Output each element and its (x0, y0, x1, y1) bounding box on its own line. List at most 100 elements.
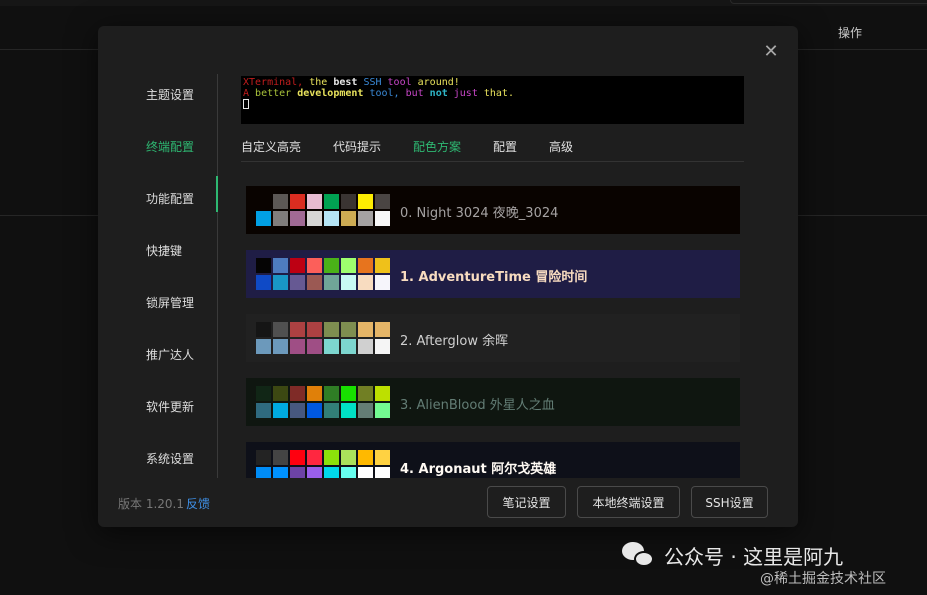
settings-tab[interactable]: 代码提示 (333, 138, 381, 155)
color-scheme-list[interactable]: 0. Night 3024 夜晚_3024 1. AdventureTime 冒险… (246, 186, 740, 478)
color-swatch (358, 339, 373, 354)
color-swatch (290, 467, 305, 478)
color-swatch (375, 450, 390, 465)
color-swatch (273, 275, 288, 290)
sidebar-item[interactable]: 软件更新 (98, 386, 218, 426)
color-swatch (256, 467, 271, 478)
terminal-preview: XTerminal, the best SSH tool around! A b… (241, 76, 744, 124)
color-swatch (324, 450, 339, 465)
color-swatch (341, 450, 356, 465)
color-swatch (375, 339, 390, 354)
color-swatch (290, 258, 305, 273)
color-palette (256, 322, 392, 354)
terminal-word: the (309, 77, 334, 88)
color-swatch (273, 467, 288, 478)
color-swatch (273, 211, 288, 226)
color-swatch (358, 467, 373, 478)
color-scheme-name: 1. AdventureTime 冒险时间 (400, 270, 588, 285)
color-swatch (256, 450, 271, 465)
color-swatch (324, 339, 339, 354)
local-terminal-settings-button[interactable]: 本地终端设置 (577, 486, 680, 518)
color-palette (256, 194, 392, 226)
color-swatch (290, 194, 305, 209)
sidebar-item[interactable]: 锁屏管理 (98, 282, 218, 322)
sidebar-item[interactable]: 快捷键 (98, 230, 218, 270)
color-swatch (307, 467, 322, 478)
color-swatch (324, 403, 339, 418)
color-swatch (358, 275, 373, 290)
color-swatch (324, 322, 339, 337)
color-scheme-card[interactable]: 1. AdventureTime 冒险时间 (246, 250, 740, 298)
sidebar-item[interactable]: 推广达人 (98, 334, 218, 374)
terminal-word: not (429, 88, 454, 99)
color-scheme-card[interactable]: 2. Afterglow 余晖 (246, 314, 740, 362)
color-swatch (290, 211, 305, 226)
color-swatch (307, 194, 322, 209)
terminal-word: better (255, 88, 298, 99)
color-swatch (290, 275, 305, 290)
watermark: 公众号 · 这里是阿九 (622, 540, 843, 570)
color-scheme-card[interactable]: 0. Night 3024 夜晚_3024 (246, 186, 740, 234)
color-scheme-card[interactable]: 3. AlienBlood 外星人之血 (246, 378, 740, 426)
terminal-word: tool (387, 77, 418, 88)
color-swatch (256, 403, 271, 418)
color-swatch (256, 322, 271, 337)
color-swatch (324, 258, 339, 273)
settings-tab[interactable]: 配置 (493, 138, 517, 155)
settings-tab[interactable]: 自定义高亮 (241, 138, 301, 155)
color-swatch (307, 211, 322, 226)
terminal-word: SSH (363, 77, 388, 88)
color-swatch (324, 275, 339, 290)
color-swatch (307, 258, 322, 273)
terminal-word: best (333, 77, 364, 88)
color-swatch (307, 275, 322, 290)
terminal-word: A (243, 88, 256, 99)
color-swatch (290, 322, 305, 337)
color-swatch (375, 258, 390, 273)
version-label: 版本 1.20.1 (118, 497, 184, 511)
color-swatch (307, 339, 322, 354)
color-swatch (341, 211, 356, 226)
color-swatch (273, 258, 288, 273)
terminal-word: XTerminal, (243, 77, 310, 88)
watermark-sub: @稀土掘金技术社区 (760, 571, 886, 587)
color-palette (256, 258, 392, 290)
color-swatch (324, 386, 339, 401)
terminal-word: tool, (369, 88, 406, 99)
terminal-word: development (297, 88, 370, 99)
terminal-word: just (453, 88, 484, 99)
feedback-link[interactable]: 反馈 (186, 495, 210, 512)
color-swatch (375, 211, 390, 226)
color-swatch (290, 386, 305, 401)
notes-settings-button[interactable]: 笔记设置 (487, 486, 566, 518)
background-actions-header: 操作 (838, 26, 863, 40)
close-icon[interactable]: ✕ (763, 43, 779, 61)
terminal-cursor (243, 99, 249, 109)
color-swatch (375, 386, 390, 401)
settings-tab[interactable]: 配色方案 (413, 138, 461, 155)
color-swatch (358, 403, 373, 418)
settings-sidebar: 主题设置终端配置功能配置快捷键锁屏管理推广达人软件更新系统设置 (98, 74, 218, 478)
color-swatch (341, 258, 356, 273)
sidebar-item[interactable]: 系统设置 (98, 438, 218, 478)
color-swatch (341, 275, 356, 290)
color-swatch (256, 211, 271, 226)
sidebar-item[interactable]: 功能配置 (98, 178, 218, 218)
color-swatch (290, 450, 305, 465)
color-swatch (256, 275, 271, 290)
color-swatch (358, 386, 373, 401)
color-swatch (341, 194, 356, 209)
color-swatch (256, 386, 271, 401)
sidebar-item[interactable]: 终端配置 (98, 126, 218, 166)
color-swatch (273, 450, 288, 465)
color-swatch (256, 258, 271, 273)
color-swatch (341, 322, 356, 337)
ssh-settings-button[interactable]: SSH设置 (691, 486, 768, 518)
settings-tab[interactable]: 高级 (549, 138, 573, 155)
color-swatch (375, 403, 390, 418)
sidebar-item[interactable]: 主题设置 (98, 74, 218, 114)
terminal-word: around! (417, 77, 460, 88)
color-scheme-card[interactable]: 4. Argonaut 阿尔戈英雄 (246, 442, 740, 478)
color-swatch (358, 258, 373, 273)
terminal-word: but (405, 88, 430, 99)
